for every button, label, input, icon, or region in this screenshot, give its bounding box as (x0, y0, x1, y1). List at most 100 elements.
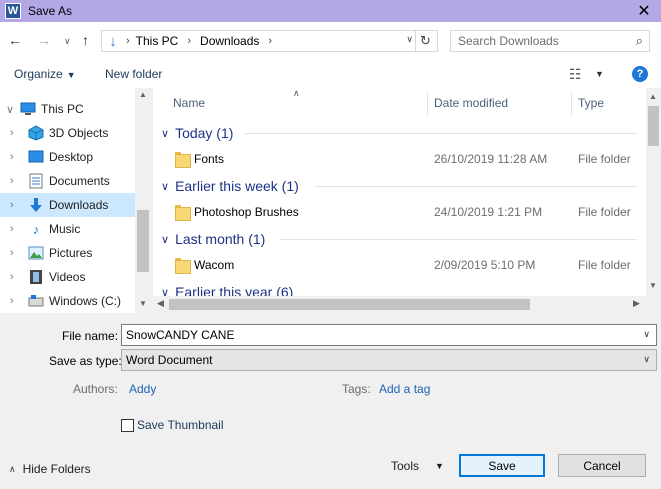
column-divider[interactable] (571, 92, 572, 116)
cancel-button[interactable]: Cancel (558, 454, 646, 477)
scroll-up-icon[interactable]: ▲ (139, 90, 147, 99)
nav-item-3d-objects[interactable]: › 3D Objects (0, 121, 135, 145)
scroll-left-icon[interactable]: ◀ (157, 298, 164, 309)
authors-label: Authors: (73, 382, 118, 396)
scroll-right-icon[interactable]: ▶ (633, 298, 640, 309)
file-name-field[interactable]: SnowCANDY CANE ∨ (121, 324, 657, 346)
file-type: File folder (578, 258, 631, 272)
up-arrow-icon[interactable]: ↑ (82, 32, 89, 48)
command-toolbar: Organize ▼ New folder ☷ ▼ ? (0, 60, 661, 88)
chevron-right-icon[interactable]: › (10, 151, 14, 163)
chevron-down-icon[interactable]: ∨ (643, 329, 650, 340)
column-header-type[interactable]: Type (578, 88, 604, 118)
nav-item-label: Downloads (49, 198, 109, 212)
title-bar: W Save As ✕ (0, 0, 661, 22)
nav-item-this-pc[interactable]: ∨ This PC (0, 97, 135, 121)
save-as-type-label: Save as type: (49, 354, 122, 368)
group-title: Today (1) (175, 125, 234, 141)
file-list-horizontal-scrollbar[interactable]: ◀ ▶ (153, 296, 646, 313)
refresh-icon[interactable]: ↻ (415, 31, 435, 51)
breadcrumb-separator[interactable]: › (187, 35, 191, 47)
hide-folders-button[interactable]: ∧ Hide Folders (9, 462, 91, 476)
chevron-down-icon: ∨ (161, 233, 170, 246)
nav-scrollbar[interactable]: ▲ ▼ (135, 88, 151, 313)
group-divider-line (315, 186, 637, 187)
chevron-right-icon[interactable]: › (10, 247, 14, 259)
column-header-date-modified[interactable]: Date modified (434, 88, 508, 118)
window-title: Save As (28, 4, 73, 18)
view-options-icon[interactable]: ☷ (569, 66, 582, 83)
chevron-down-icon[interactable]: ∨ (6, 103, 14, 116)
scroll-down-icon[interactable]: ▼ (649, 281, 657, 290)
search-placeholder: Search Downloads (458, 34, 559, 48)
nav-item-videos[interactable]: › Videos (0, 265, 135, 289)
new-folder-button[interactable]: New folder (105, 67, 162, 81)
forward-arrow-icon[interactable]: → (37, 32, 51, 48)
back-arrow-icon[interactable]: ← (8, 32, 22, 48)
nav-item-label: This PC (41, 102, 84, 116)
file-list-vertical-scrollbar[interactable]: ▲ ▼ (646, 88, 661, 296)
save-thumbnail-checkbox[interactable] (121, 419, 134, 432)
nav-item-label: 3D Objects (49, 126, 109, 140)
file-name-label: File name: (62, 329, 119, 343)
folder-icon (175, 258, 191, 274)
tags-field[interactable]: Add a tag (379, 382, 430, 396)
file-row[interactable]: Photoshop Brushes 24/10/2019 1:21 PM Fil… (153, 200, 643, 224)
file-name: Fonts (194, 152, 225, 166)
chevron-right-icon[interactable]: › (10, 127, 14, 139)
breadcrumb-separator[interactable]: › (268, 35, 272, 47)
search-input[interactable]: Search Downloads ⌕ (450, 30, 650, 52)
address-row: ← → ∨ ↑ ↓ › This PC › Downloads › ∨ ↻ Se… (0, 22, 661, 60)
chevron-right-icon[interactable]: › (10, 199, 14, 211)
chevron-right-icon[interactable]: › (10, 271, 14, 283)
scroll-down-icon[interactable]: ▼ (139, 299, 147, 308)
save-thumbnail-label[interactable]: Save Thumbnail (137, 418, 224, 432)
close-icon[interactable]: ✕ (627, 0, 661, 22)
group-title: Earlier this week (1) (175, 178, 299, 194)
chevron-right-icon[interactable]: › (10, 223, 14, 235)
horizontal-scrollbar-thumb[interactable] (169, 299, 530, 310)
group-header-earlier-this-week[interactable]: ∨ Earlier this week (1) (161, 174, 299, 198)
group-header-last-month[interactable]: ∨ Last month (1) (161, 227, 265, 251)
file-date: 2/09/2019 5:10 PM (434, 258, 536, 272)
breadcrumb-downloads[interactable]: Downloads (200, 34, 259, 48)
group-header-today[interactable]: ∨ Today (1) (161, 121, 233, 145)
chevron-right-icon[interactable]: › (10, 175, 14, 187)
column-header-name[interactable]: Name (173, 88, 205, 118)
hide-folders-label: Hide Folders (22, 462, 91, 476)
nav-scrollbar-thumb[interactable] (137, 210, 149, 272)
organize-button[interactable]: Organize ▼ (14, 67, 76, 81)
column-divider[interactable] (427, 92, 428, 116)
breadcrumb-this-pc[interactable]: This PC (136, 34, 179, 48)
nav-item-documents[interactable]: › Documents (0, 169, 135, 193)
save-as-type-select[interactable]: Word Document ∨ (121, 349, 657, 371)
file-type: File folder (578, 205, 631, 219)
save-button[interactable]: Save (459, 454, 545, 477)
sort-ascending-icon: ∧ (293, 88, 300, 98)
group-title: Last month (1) (175, 231, 266, 247)
chevron-down-icon: ▼ (435, 461, 444, 471)
chevron-right-icon[interactable]: › (10, 295, 14, 307)
view-dropdown-icon[interactable]: ▼ (595, 69, 604, 79)
breadcrumb-separator: › (126, 35, 130, 47)
videos-icon (28, 269, 44, 285)
help-icon[interactable]: ? (632, 66, 648, 82)
tools-button[interactable]: Tools ▼ (391, 459, 444, 473)
recent-locations-chevron-icon[interactable]: ∨ (64, 36, 71, 47)
nav-item-label: Windows (C:) (49, 294, 122, 308)
address-dropdown-icon[interactable]: ∨ (406, 34, 413, 45)
nav-item-music[interactable]: › ♪ Music (0, 217, 135, 241)
file-row[interactable]: Fonts 26/10/2019 11:28 AM File folder (153, 147, 643, 171)
scroll-up-icon[interactable]: ▲ (649, 92, 657, 101)
navigation-pane: ∨ This PC › 3D Objects › Desktop › Docum… (0, 88, 151, 313)
nav-item-desktop[interactable]: › Desktop (0, 145, 135, 169)
file-date: 24/10/2019 1:21 PM (434, 205, 543, 219)
authors-field[interactable]: Addy (129, 382, 156, 396)
vertical-scrollbar-thumb[interactable] (648, 106, 659, 146)
pictures-icon (28, 245, 44, 261)
nav-item-pictures[interactable]: › Pictures (0, 241, 135, 265)
file-row[interactable]: Wacom 2/09/2019 5:10 PM File folder (153, 253, 643, 277)
address-bar[interactable]: ↓ › This PC › Downloads › ∨ ↻ (101, 30, 438, 52)
nav-item-windows-c[interactable]: › Windows (C:) (0, 289, 135, 313)
nav-item-downloads[interactable]: › Downloads (0, 193, 135, 217)
